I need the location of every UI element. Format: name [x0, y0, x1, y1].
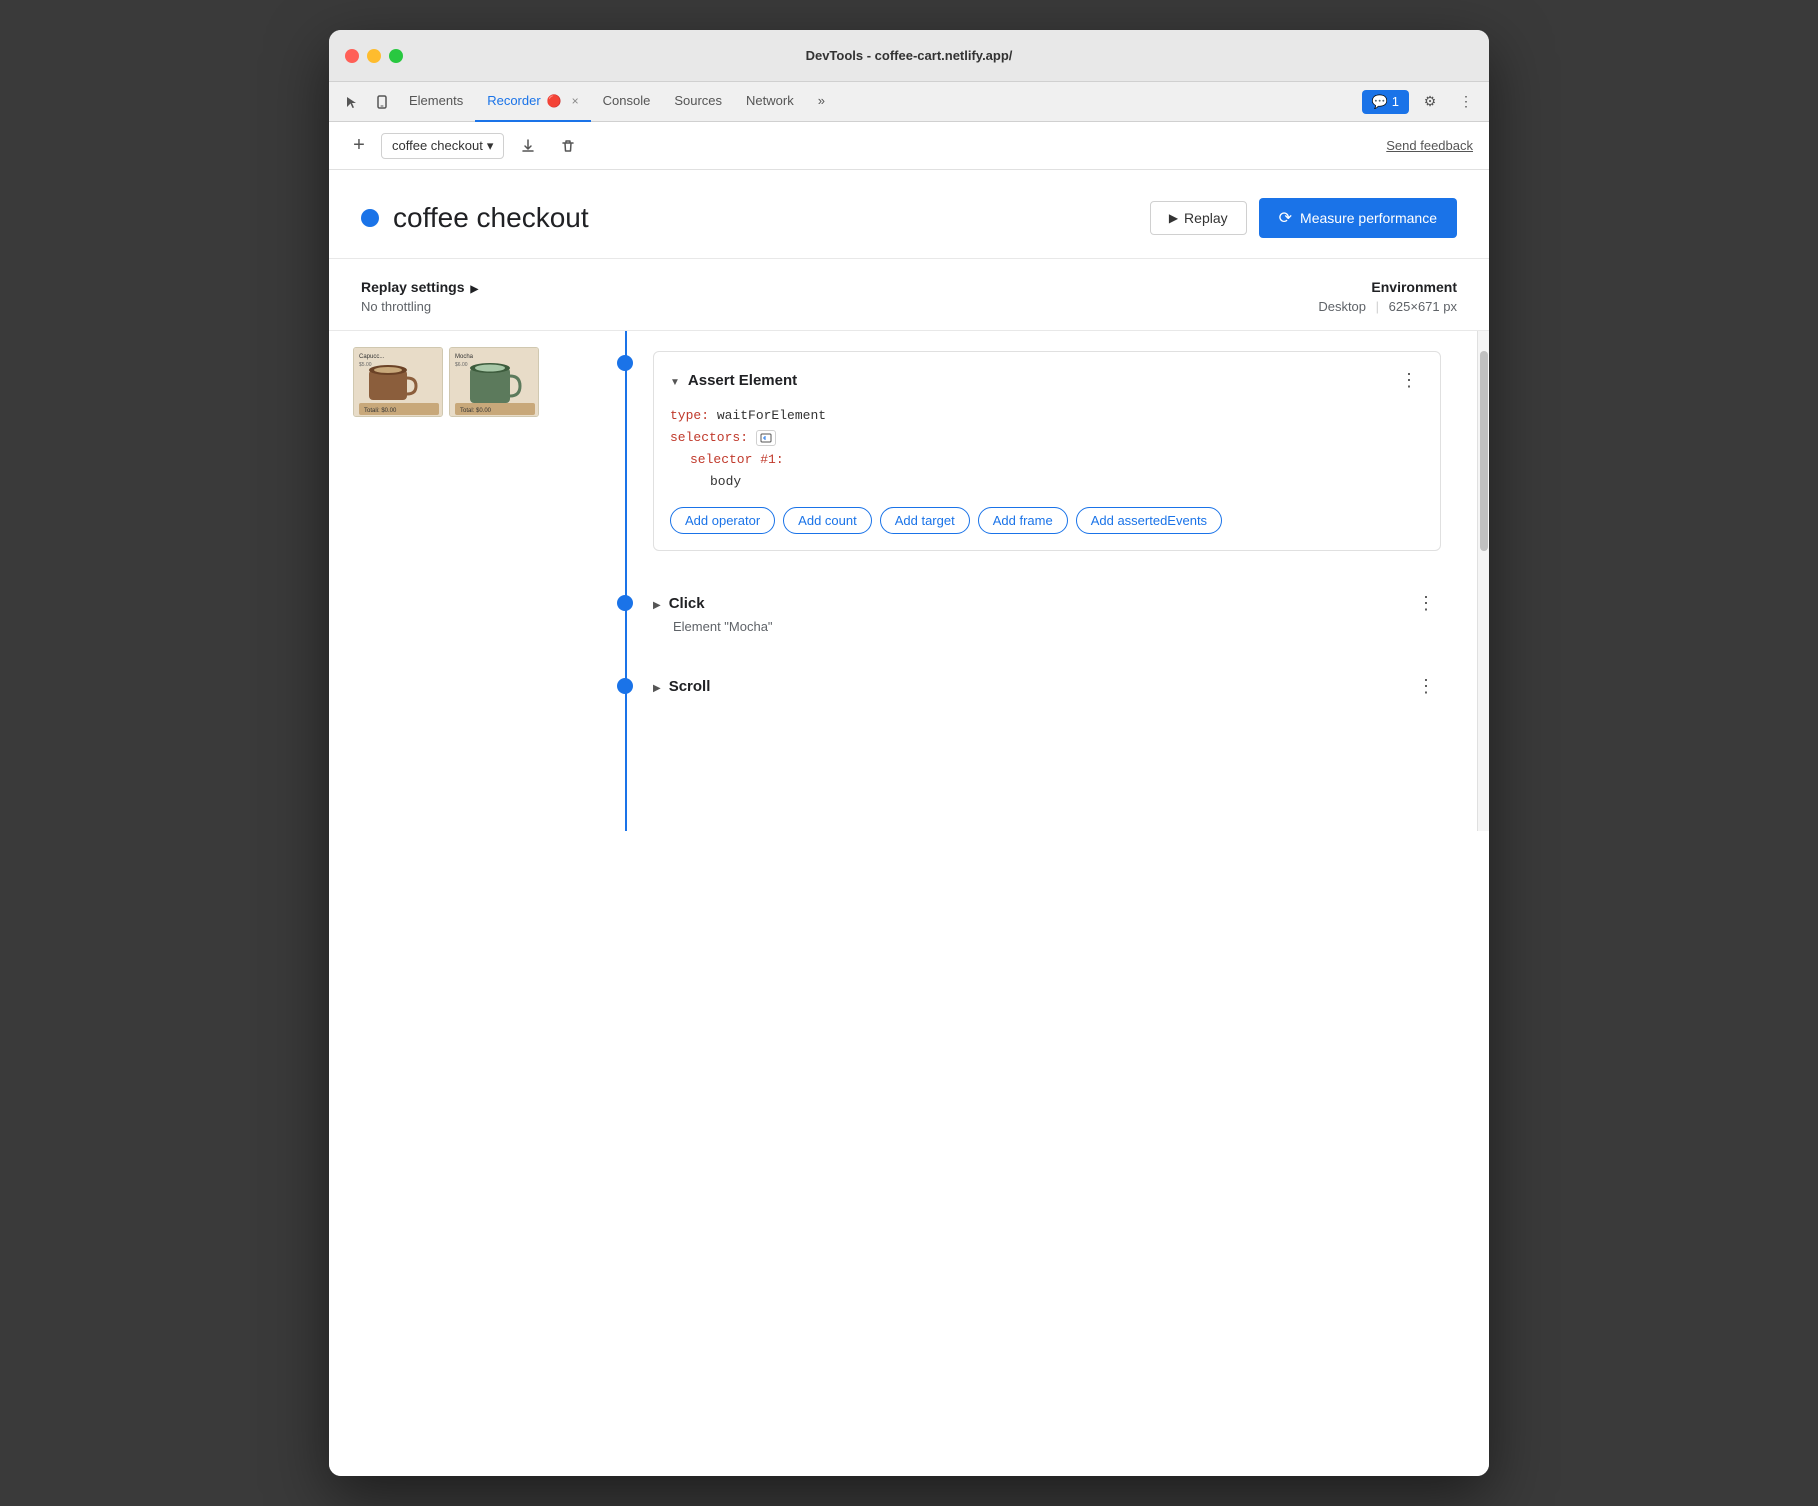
- tab-sources[interactable]: Sources: [662, 82, 734, 122]
- thumbnail-group: Capucc... $5.00 Totali: $0.00: [353, 347, 589, 417]
- step-click-name: Click: [669, 595, 705, 612]
- add-count-button[interactable]: Add count: [783, 507, 872, 534]
- step-scroll: Scroll ⋮: [589, 654, 1477, 719]
- step-assert-element-name: Assert Element: [688, 372, 797, 389]
- devtools-window: DevTools - coffee-cart.netlify.app/ Elem…: [329, 30, 1489, 1476]
- step-click-detail: Element "Mocha": [653, 619, 1441, 634]
- step-menu-icon[interactable]: ⋮: [1394, 368, 1424, 393]
- tab-network[interactable]: Network: [734, 82, 806, 122]
- steps-sidebar: Capucc... $5.00 Totali: $0.00: [329, 331, 589, 831]
- recorder-toolbar: + coffee checkout ▾ Send feedback: [329, 122, 1489, 170]
- tab-more[interactable]: »: [806, 82, 837, 122]
- step-actions: Add operator Add count Add target Add fr…: [670, 507, 1424, 534]
- step-click: Click ⋮ Element "Mocha": [589, 571, 1477, 654]
- measure-icon: ⟳: [1279, 208, 1292, 228]
- mobile-icon[interactable]: [367, 87, 397, 117]
- play-icon: ▶: [1169, 211, 1178, 225]
- add-operator-button[interactable]: Add operator: [670, 507, 775, 534]
- svg-text:$5.00: $5.00: [359, 362, 372, 368]
- cursor-icon[interactable]: [337, 87, 367, 117]
- window-title: DevTools - coffee-cart.netlify.app/: [806, 48, 1013, 63]
- step-click-content: Click ⋮ Element "Mocha": [653, 591, 1441, 634]
- devtools-tab-bar: Elements Recorder 🔴 × Console Sources Ne…: [329, 82, 1489, 122]
- step-scroll-expand-icon[interactable]: [653, 680, 661, 694]
- more-options-icon[interactable]: ⋮: [1451, 87, 1481, 117]
- timeline-area: Assert Element ⋮ type: waitForElement: [589, 331, 1477, 831]
- svg-text:$6.00: $6.00: [455, 362, 468, 368]
- recording-status-dot: [361, 209, 379, 227]
- tab-recorder[interactable]: Recorder 🔴 ×: [475, 82, 590, 122]
- tab-elements[interactable]: Elements: [397, 82, 475, 122]
- header-actions: ▶ Replay ⟳ Measure performance: [1150, 198, 1457, 238]
- chat-icon: 💬: [1372, 94, 1388, 110]
- throttling-value: No throttling: [361, 299, 478, 314]
- step-scroll-menu-icon[interactable]: ⋮: [1411, 674, 1441, 699]
- step-code-block: type: waitForElement selectors:: [670, 405, 1424, 493]
- delete-button[interactable]: [552, 130, 584, 162]
- recording-title-area: coffee checkout: [361, 202, 589, 234]
- settings-bar: Replay settings No throttling Environmen…: [329, 259, 1489, 331]
- step-expand-icon[interactable]: [670, 374, 680, 388]
- scrollbar-thumb[interactable]: [1480, 351, 1488, 551]
- replay-settings-toggle[interactable]: Replay settings: [361, 279, 478, 295]
- measure-performance-button[interactable]: ⟳ Measure performance: [1259, 198, 1457, 238]
- thumbnail-1: Capucc... $5.00 Totali: $0.00: [353, 347, 443, 417]
- maximize-button[interactable]: [389, 49, 403, 63]
- minimize-button[interactable]: [367, 49, 381, 63]
- step-dot-1: [617, 355, 633, 371]
- tab-close-recorder[interactable]: ×: [572, 94, 579, 108]
- svg-text:Capucc...: Capucc...: [359, 354, 385, 360]
- step-assert-element-content: Assert Element ⋮ type: waitForElement: [653, 351, 1441, 551]
- send-feedback-link[interactable]: Send feedback: [1386, 138, 1473, 153]
- thumbnail-2: Mocha $6.00 Total: $0.00: [449, 347, 539, 417]
- titlebar: DevTools - coffee-cart.netlify.app/: [329, 30, 1489, 82]
- step-dot-2: [617, 595, 633, 611]
- settings-expand-icon: [470, 279, 478, 295]
- recorder-main: coffee checkout ▶ Replay ⟳ Measure perfo…: [329, 170, 1489, 1476]
- recording-selector[interactable]: coffee checkout ▾: [381, 133, 504, 159]
- settings-icon[interactable]: ⚙: [1415, 87, 1445, 117]
- add-target-button[interactable]: Add target: [880, 507, 970, 534]
- step-scroll-name: Scroll: [669, 678, 711, 695]
- step-assert-element-header: Assert Element ⋮: [670, 368, 1424, 393]
- step-assert-element: Assert Element ⋮ type: waitForElement: [589, 331, 1477, 571]
- steps-container: Capucc... $5.00 Totali: $0.00: [329, 331, 1489, 831]
- export-button[interactable]: [512, 130, 544, 162]
- chat-button[interactable]: 💬 1: [1362, 90, 1409, 114]
- step-click-expand-icon[interactable]: [653, 597, 661, 611]
- step-click-menu-icon[interactable]: ⋮: [1411, 591, 1441, 616]
- window-controls: [345, 49, 403, 63]
- step-scroll-content: Scroll ⋮: [653, 674, 1441, 699]
- replay-button[interactable]: ▶ Replay: [1150, 201, 1247, 235]
- add-frame-button[interactable]: Add frame: [978, 507, 1068, 534]
- recording-header: coffee checkout ▶ Replay ⟳ Measure perfo…: [329, 170, 1489, 259]
- dropdown-icon: ▾: [487, 138, 494, 154]
- environment-info: Environment Desktop | 625×671 px: [1318, 279, 1457, 314]
- replay-settings: Replay settings No throttling: [361, 279, 478, 314]
- scrollbar-track[interactable]: [1477, 331, 1489, 831]
- add-asserted-events-button[interactable]: Add assertedEvents: [1076, 507, 1222, 534]
- svg-text:Totali: $0.00: Totali: $0.00: [364, 408, 397, 414]
- tab-console[interactable]: Console: [591, 82, 663, 122]
- step-dot-3: [617, 678, 633, 694]
- svg-text:Total: $0.00: Total: $0.00: [460, 408, 492, 414]
- close-button[interactable]: [345, 49, 359, 63]
- selector-tool-icon: [756, 430, 776, 446]
- add-recording-button[interactable]: +: [345, 132, 373, 160]
- svg-text:Mocha: Mocha: [455, 354, 474, 360]
- recording-title: coffee checkout: [393, 202, 589, 234]
- devtools-right-icons: 💬 1 ⚙ ⋮: [1362, 87, 1481, 117]
